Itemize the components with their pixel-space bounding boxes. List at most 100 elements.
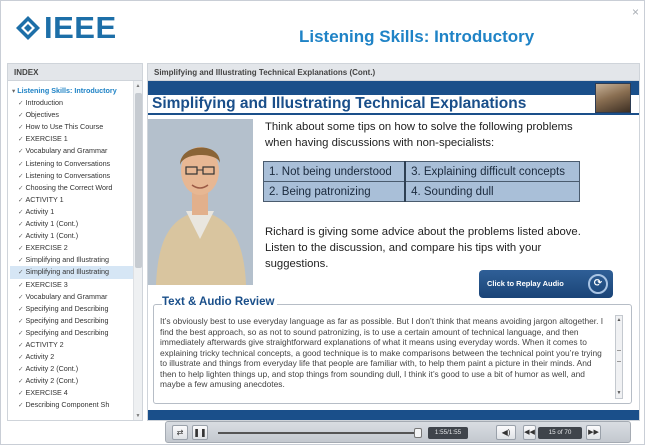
index-item-label: EXERCISE 1 bbox=[25, 134, 68, 144]
index-item-label: EXERCISE 2 bbox=[25, 243, 68, 253]
intro-text: Think about some tips on how to solve th… bbox=[265, 121, 573, 149]
index-item[interactable]: ✓ Activity 1 bbox=[10, 206, 134, 218]
index-item[interactable]: ✓ Choosing the Correct Word bbox=[10, 182, 134, 194]
index-item-label: Simplifying and Illustrating bbox=[25, 267, 109, 277]
toc-toggle-icon[interactable]: ⇄ bbox=[172, 425, 188, 440]
index-scrollbar[interactable]: ▲ ▼ bbox=[133, 81, 142, 420]
index-item[interactable]: ✓ ACTIVITY 2 bbox=[10, 339, 134, 351]
index-item[interactable]: ✓ EXERCISE 4 bbox=[10, 387, 134, 399]
scroll-thumb[interactable] bbox=[617, 350, 621, 362]
index-item[interactable]: ✓ Simplifying and Illustrating bbox=[10, 254, 134, 266]
volume-icon[interactable]: ◀) bbox=[496, 425, 516, 440]
tips-table: 1. Not being understood 3. Explaining di… bbox=[263, 161, 581, 202]
checkmark-icon: ✓ bbox=[18, 124, 24, 132]
checkmark-icon: ✓ bbox=[18, 221, 24, 229]
content-breadcrumb: Simplifying and Illustrating Technical E… bbox=[147, 63, 640, 81]
replay-audio-label: Click to Replay Audio bbox=[487, 279, 564, 288]
tip-cell: 3. Explaining difficult concepts bbox=[404, 161, 581, 182]
scroll-up-icon[interactable]: ▲ bbox=[134, 82, 142, 90]
next-page-icon[interactable]: ▶▶ bbox=[586, 425, 601, 440]
index-item-label: ACTIVITY 2 bbox=[25, 339, 64, 349]
index-item-label: EXERCISE 3 bbox=[25, 279, 68, 289]
title-divider bbox=[148, 113, 639, 115]
review-title: Text & Audio Review bbox=[162, 296, 278, 308]
index-item[interactable]: ✓ EXERCISE 3 bbox=[10, 279, 134, 291]
checkmark-icon: ✓ bbox=[18, 329, 24, 337]
expand-triangle-icon[interactable]: ▾ bbox=[12, 88, 15, 95]
index-item-label: Activity 1 bbox=[25, 206, 55, 216]
index-item[interactable]: ✓ EXERCISE 1 bbox=[10, 133, 134, 145]
checkmark-icon: ✓ bbox=[18, 208, 24, 216]
index-item-label: Objectives bbox=[25, 110, 60, 120]
index-item[interactable]: ✓ Simplifying and Illustrating bbox=[10, 266, 134, 279]
tip-cell: 2. Being patronizing bbox=[263, 181, 406, 202]
previous-page-icon[interactable]: ◀◀ bbox=[523, 425, 536, 440]
checkmark-icon: ✓ bbox=[18, 281, 24, 289]
checkmark-icon: ✓ bbox=[18, 366, 24, 374]
index-item-label: Specifying and Describing bbox=[25, 315, 109, 325]
index-item[interactable]: ✓ Specifying and Describing bbox=[10, 315, 134, 327]
index-section-header[interactable]: ▾ Listening Skills: Introductory bbox=[10, 85, 134, 97]
pause-icon[interactable]: ❚❚ bbox=[192, 425, 208, 440]
review-scrollbar[interactable]: ▲ ▼ bbox=[615, 315, 623, 399]
checkmark-icon: ✓ bbox=[18, 160, 24, 168]
index-item-label: Choosing the Correct Word bbox=[25, 182, 113, 192]
presenter-thumbnail bbox=[595, 83, 631, 113]
checkmark-icon: ✓ bbox=[18, 305, 24, 313]
scroll-down-icon[interactable]: ▼ bbox=[134, 412, 142, 420]
index-item[interactable]: ✓ Activity 2 (Cont.) bbox=[10, 375, 134, 387]
replay-audio-button[interactable]: Click to Replay Audio ⟳ bbox=[479, 270, 613, 298]
index-item[interactable]: ✓ Introduction bbox=[10, 97, 134, 109]
index-item[interactable]: ✓ EXERCISE 2 bbox=[10, 242, 134, 254]
close-icon[interactable]: × bbox=[632, 5, 639, 19]
index-item[interactable]: ✓ Activity 1 (Cont.) bbox=[10, 230, 134, 242]
index-item[interactable]: ✓ Listening to Conversations bbox=[10, 158, 134, 170]
progress-track[interactable] bbox=[218, 432, 418, 434]
header: IEEE Listening Skills: Introductory × bbox=[1, 1, 644, 57]
presenter-photo bbox=[148, 119, 253, 285]
checkmark-icon: ✓ bbox=[18, 378, 24, 386]
index-item[interactable]: ✓ Objectives bbox=[10, 109, 134, 121]
progress-handle[interactable] bbox=[414, 428, 422, 438]
tip-cell: 4. Sounding dull bbox=[404, 181, 581, 202]
index-item[interactable]: ✓ Activity 2 (Cont.) bbox=[10, 363, 134, 375]
index-item[interactable]: ✓ Vocabulary and Grammar bbox=[10, 291, 134, 303]
index-item[interactable]: ✓ Activity 2 bbox=[10, 351, 134, 363]
index-panel: ▾ Listening Skills: Introductory ✓ Introduc… bbox=[7, 81, 143, 421]
richard-text: Richard is giving some advice about the … bbox=[265, 226, 581, 270]
index-item-label: EXERCISE 4 bbox=[25, 388, 68, 398]
slide-title: Simplifying and Illustrating Technical E… bbox=[152, 95, 527, 112]
scroll-thumb[interactable] bbox=[135, 93, 142, 268]
index-item-label: Activity 2 (Cont.) bbox=[25, 364, 79, 374]
index-item-label: Listening to Conversations bbox=[25, 170, 111, 180]
index-item[interactable]: ✓ Describing Component Sh bbox=[10, 399, 134, 411]
scroll-up-icon[interactable]: ▲ bbox=[616, 317, 622, 324]
index-item[interactable]: ✓ Specifying and Describing bbox=[10, 303, 134, 315]
slide: Simplifying and Illustrating Technical E… bbox=[147, 81, 640, 421]
replay-icon: ⟳ bbox=[588, 274, 608, 294]
checkmark-icon: ✓ bbox=[18, 245, 24, 253]
checkmark-icon: ✓ bbox=[18, 402, 24, 410]
index-item-label: Specifying and Describing bbox=[25, 303, 109, 313]
ieee-diamond-icon bbox=[16, 16, 40, 40]
index-item[interactable]: ✓ Specifying and Describing bbox=[10, 327, 134, 339]
index-heading: INDEX bbox=[7, 63, 143, 81]
checkmark-icon: ✓ bbox=[18, 293, 24, 301]
index-item[interactable]: ✓ Activity 1 (Cont.) bbox=[10, 218, 134, 230]
page-counter: 15 of 70 bbox=[538, 427, 582, 439]
index-item[interactable]: ✓ Vocabulary and Grammar bbox=[10, 145, 134, 157]
checkmark-icon: ✓ bbox=[18, 390, 24, 398]
course-player-window: IEEE Listening Skills: Introductory × IN… bbox=[0, 0, 645, 445]
index-item[interactable]: ✓ Listening to Conversations bbox=[10, 170, 134, 182]
checkmark-icon: ✓ bbox=[18, 136, 24, 144]
index-item-label: Activity 2 bbox=[25, 352, 55, 362]
index-item[interactable]: ✓ How to Use This Course bbox=[10, 121, 134, 133]
index-item[interactable]: ✓ ACTIVITY 1 bbox=[10, 194, 134, 206]
index-item-label: Vocabulary and Grammar bbox=[25, 291, 108, 301]
person-illustration bbox=[148, 119, 253, 285]
checkmark-icon: ✓ bbox=[18, 257, 24, 265]
checkmark-icon: ✓ bbox=[18, 184, 24, 192]
time-display: 1:55/1:55 bbox=[428, 427, 468, 439]
scroll-down-icon[interactable]: ▼ bbox=[616, 390, 622, 397]
player-bar: ⇄ ❚❚ 1:55/1:55 ◀) ◀◀ 15 of 70 ▶▶ bbox=[165, 421, 631, 443]
